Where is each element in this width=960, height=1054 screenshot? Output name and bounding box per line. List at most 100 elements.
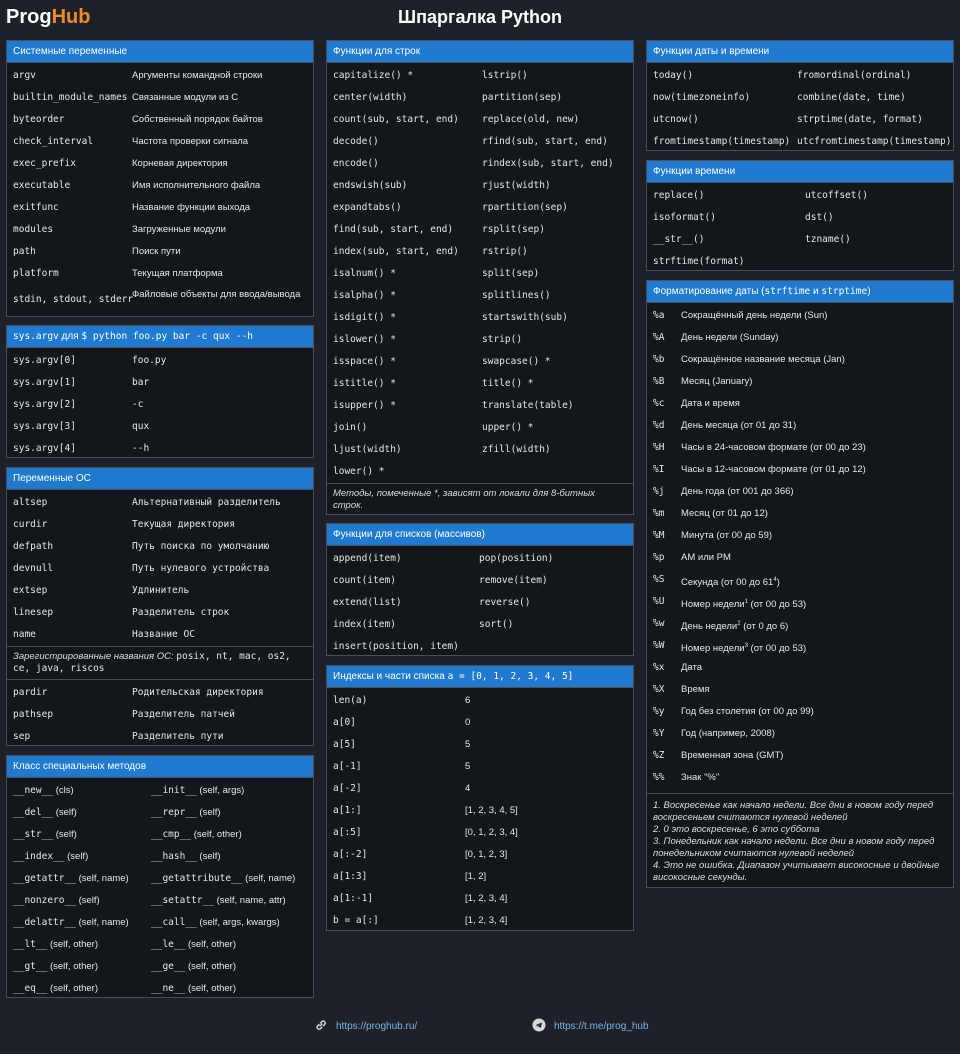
method-name: __repr__ [151, 807, 197, 818]
table-row: center(width) partition(sep) [327, 87, 633, 109]
method-name: __getattr__ [13, 873, 76, 884]
value-cell: Родительская директория [132, 687, 264, 698]
value-cell: 4 [465, 783, 471, 794]
key-cell: a[:5] [333, 827, 362, 838]
format-code: %j [653, 486, 665, 497]
table-row: %I Часы в 12-часовом формате (от 01 до 12… [647, 459, 953, 481]
format-code: %X [653, 684, 665, 695]
table-row: linesep Разделитель строк [7, 602, 313, 624]
value-cell: sort() [479, 619, 514, 630]
table-row: check_interval Частота проверки сигнала [7, 131, 313, 153]
format-code: %W [653, 640, 665, 651]
description-text: Номер недели [681, 643, 745, 655]
table-row: sys.argv[3] qux [7, 416, 313, 438]
value-cell: [0, 1, 2, 3, 4] [465, 827, 518, 838]
format-description: Часы в 24-часовом формате (от 00 до 23) [681, 437, 866, 459]
method-name: __ge__ [151, 961, 186, 972]
key-cell: sys.argv[1] [13, 377, 76, 388]
key-cell: path [13, 246, 36, 257]
special-methods-list: __new__ (cls) __init__ (self, args) __del_… [7, 778, 313, 1000]
table-row: __new__ (cls) __init__ (self, args) [7, 780, 313, 802]
table-row: find(sub, start, end) rsplit(sep) [327, 219, 633, 241]
locale-note: Методы, помеченные *, зависят от локали … [327, 483, 633, 516]
method-args: (self) [55, 829, 77, 840]
format-code: %x [653, 662, 665, 673]
method-cell: __le__ (self, other) [151, 934, 236, 956]
method-args: (self, args) [199, 785, 245, 796]
title-code: sys.argv [13, 331, 59, 342]
value-cell: translate(table) [482, 400, 574, 411]
value-cell: Корневая директория [132, 158, 228, 169]
table-row: lower() * [327, 461, 633, 483]
table-row: sys.argv[0] foo.py [7, 350, 313, 372]
key-cell: name [13, 629, 36, 640]
table-row: count(sub, start, end) replace(old, new) [327, 109, 633, 131]
description-text: AM или PM [681, 552, 731, 563]
value-cell: [0, 1, 2, 3] [465, 849, 508, 860]
table-row: a[1:] [1, 2, 3, 4, 5] [327, 800, 633, 822]
key-cell: append(item) [333, 553, 402, 564]
method-args: (self, name) [245, 873, 296, 884]
key-cell: extsep [13, 585, 48, 596]
format-description: Дата [681, 657, 702, 679]
table-row: extsep Удлинитель [7, 580, 313, 602]
table-row: name Название ОС [7, 624, 313, 646]
method-cell: __nonzero__ (self) [13, 890, 100, 912]
table-row: isalpha() * splitlines() [327, 285, 633, 307]
method-name: __hash__ [151, 851, 197, 862]
site-url[interactable]: https://proghub.ru/ [336, 1021, 417, 1032]
method-args: (self) [67, 851, 89, 862]
table-row: strftime(format) [647, 251, 953, 273]
table-row: a[5] 5 [327, 734, 633, 756]
description-text: День недели (Sunday) [681, 332, 779, 343]
footer-site-link[interactable]: https://proghub.ru/ [314, 1018, 417, 1035]
method-cell: __eq__ (self, other) [13, 978, 98, 1000]
table-row: isupper() * translate(table) [327, 395, 633, 417]
value-cell: replace(old, new) [482, 114, 580, 125]
key-cell: today() [653, 70, 694, 81]
value-cell: Название функции выхода [132, 202, 251, 213]
method-args: (self) [199, 807, 221, 818]
sys-vars-list: argv Аргументы командной строки builtin_mo… [7, 63, 313, 315]
title-text: Индексы и части списка [333, 671, 448, 682]
description-text: Время [681, 684, 710, 695]
value-cell: Разделитель пути [132, 731, 224, 742]
method-args: (cls) [55, 785, 74, 796]
table-row: today() fromordinal(ordinal) [647, 65, 953, 87]
key-cell: a[1:3] [333, 871, 368, 882]
format-description: День месяца (от 01 до 31) [681, 415, 796, 437]
key-cell: stdin, stdout, stderr [13, 294, 134, 305]
table-row: decode() rfind(sub, start, end) [327, 131, 633, 153]
date-funcs-panel: Функции даты и времени today() fromordina… [646, 40, 954, 151]
description-text: Сокращённый день недели (Sun) [681, 310, 828, 321]
value-cell: Текущая платформа [132, 268, 223, 279]
format-code: %p [653, 552, 665, 563]
date-format-panel: Форматирование даты (strftime и strptime… [646, 280, 954, 888]
panel-title: Переменные ОС [7, 468, 313, 490]
key-cell: ljust(width) [333, 444, 402, 455]
telegram-url[interactable]: https://t.me/prog_hub [554, 1021, 649, 1032]
key-cell: altsep [13, 497, 48, 508]
description-text: Месяц (January) [681, 376, 753, 387]
table-row: defpath Путь поиска по умолчанию [7, 536, 313, 558]
table-row: __del__ (self) __repr__ (self) [7, 802, 313, 824]
method-cell: __ne__ (self, other) [151, 978, 236, 1000]
table-row: exec_prefix Корневая директория [7, 153, 313, 175]
method-cell: __del__ (self) [13, 802, 77, 824]
table-row: capitalize() * lstrip() [327, 65, 633, 87]
format-description: Сокращённое название месяца (Jan) [681, 349, 845, 371]
panel-title: Класс специальных методов [7, 756, 313, 778]
table-row: a[1:3] [1, 2] [327, 866, 633, 888]
special-methods-panel: Класс специальных методов __new__ (cls) _… [6, 755, 314, 998]
description-text: Номер недели [681, 599, 745, 611]
value-cell: zfill(width) [482, 444, 551, 455]
key-cell: sys.argv[2] [13, 399, 76, 410]
sys-vars-panel: Системные переменные argv Аргументы коман… [6, 40, 314, 317]
key-cell: join() [333, 422, 368, 433]
value-cell: Поиск пути [132, 246, 181, 257]
table-row: __getattr__ (self, name) __getattribute__… [7, 868, 313, 890]
method-cell: __init__ (self, args) [151, 780, 244, 802]
sys-argv-list: sys.argv[0] foo.py sys.argv[1] bar sys.argv[… [7, 348, 313, 460]
footer-telegram-link[interactable]: https://t.me/prog_hub [532, 1018, 649, 1035]
value-cell: Связанные модули из C [132, 92, 239, 103]
